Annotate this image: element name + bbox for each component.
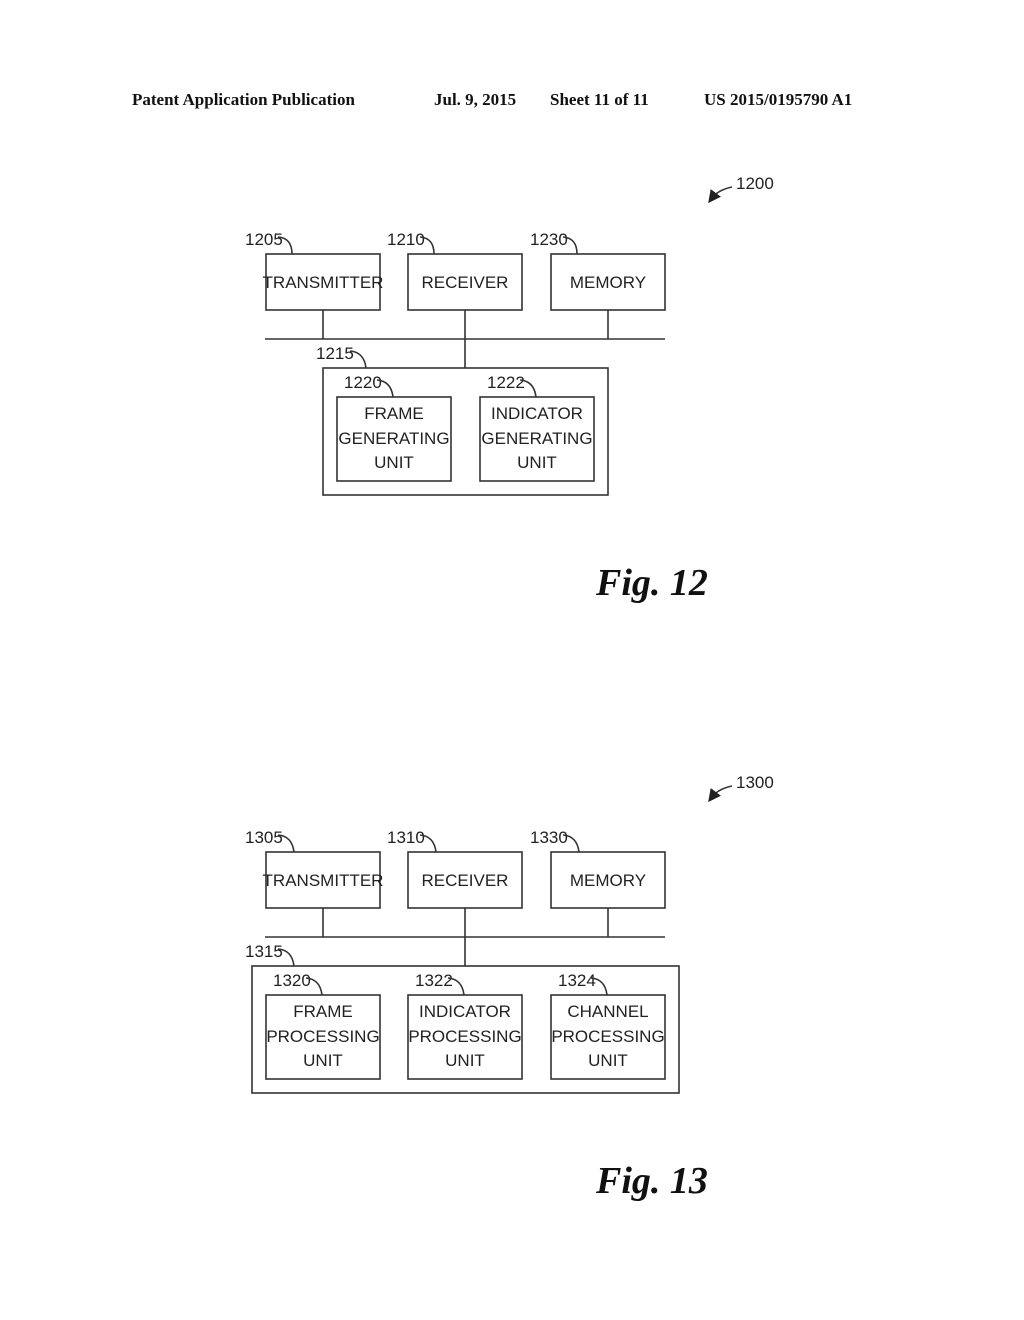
block-receiver: RECEIVER 1210 xyxy=(387,230,523,311)
block-indicator-generating-unit: INDICATOR GENERATING UNIT 1222 xyxy=(479,373,595,482)
figure-ref-label: 1200 xyxy=(736,174,774,193)
block-label: TRANSMITTER xyxy=(263,273,384,292)
ref-label: 1205 xyxy=(245,230,283,249)
figure-ref-arrow-icon xyxy=(708,186,733,204)
block-label: MEMORY xyxy=(570,871,646,890)
block-transmitter: TRANSMITTER 1305 xyxy=(245,828,384,909)
block-indicator-processing-unit: INDICATOR PROCESSING UNIT 1322 xyxy=(407,971,523,1080)
block-label-line: UNIT xyxy=(517,453,557,472)
ref-label: 1222 xyxy=(487,373,525,392)
block-label-line: UNIT xyxy=(303,1051,343,1070)
ref-label: 1230 xyxy=(530,230,568,249)
ref-label: 1215 xyxy=(316,344,354,363)
ref-label: 1305 xyxy=(245,828,283,847)
block-label-line: UNIT xyxy=(374,453,414,472)
block-label-line: UNIT xyxy=(588,1051,628,1070)
ref-label: 1322 xyxy=(415,971,453,990)
block-transmitter: TRANSMITTER 1205 xyxy=(245,230,384,311)
block-memory: MEMORY 1230 xyxy=(530,230,666,311)
ref-label: 1320 xyxy=(273,971,311,990)
block-label-line: PROCESSING xyxy=(551,1027,664,1046)
block-label-line: PROCESSING xyxy=(408,1027,521,1046)
figure-caption: Fig. 13 xyxy=(595,1160,708,1202)
block-label: RECEIVER xyxy=(422,871,509,890)
ref-label: 1210 xyxy=(387,230,425,249)
block-label-line: PROCESSING xyxy=(266,1027,379,1046)
ref-label: 1330 xyxy=(530,828,568,847)
block-label-line: UNIT xyxy=(445,1051,485,1070)
block-frame-processing-unit: FRAME PROCESSING UNIT 1320 xyxy=(265,971,381,1080)
block-label-line: FRAME xyxy=(293,1002,353,1021)
block-label-line: FRAME xyxy=(364,404,424,423)
figure-13: 1300 TRANSMITTER 1305 RECEIVER 1310 MEMO… xyxy=(245,773,774,1202)
ref-label: 1220 xyxy=(344,373,382,392)
block-channel-processing-unit: CHANNEL PROCESSING UNIT 1324 xyxy=(550,971,666,1080)
figure-ref-label: 1300 xyxy=(736,773,774,792)
block-label-line: INDICATOR xyxy=(491,404,583,423)
block-label: RECEIVER xyxy=(422,273,509,292)
diagram-canvas: 1200 TRANSMITTER 1205 RECEIVER 1210 MEMO… xyxy=(245,174,774,1202)
figure-caption: Fig. 12 xyxy=(595,562,708,604)
block-label-line: GENERATING xyxy=(481,429,592,448)
block-label: TRANSMITTER xyxy=(263,871,384,890)
block-frame-generating-unit: FRAME GENERATING UNIT 1220 xyxy=(336,373,452,482)
block-memory: MEMORY 1330 xyxy=(530,828,666,909)
block-label-line: CHANNEL xyxy=(567,1002,648,1021)
figure-12: 1200 TRANSMITTER 1205 RECEIVER 1210 MEMO… xyxy=(245,174,774,604)
block-label: MEMORY xyxy=(570,273,646,292)
block-label-line: INDICATOR xyxy=(419,1002,511,1021)
ref-label: 1315 xyxy=(245,942,283,961)
ref-label: 1310 xyxy=(387,828,425,847)
ref-label: 1324 xyxy=(558,971,596,990)
block-receiver: RECEIVER 1310 xyxy=(387,828,523,909)
figure-ref-arrow-icon xyxy=(708,785,733,803)
block-label-line: GENERATING xyxy=(338,429,449,448)
